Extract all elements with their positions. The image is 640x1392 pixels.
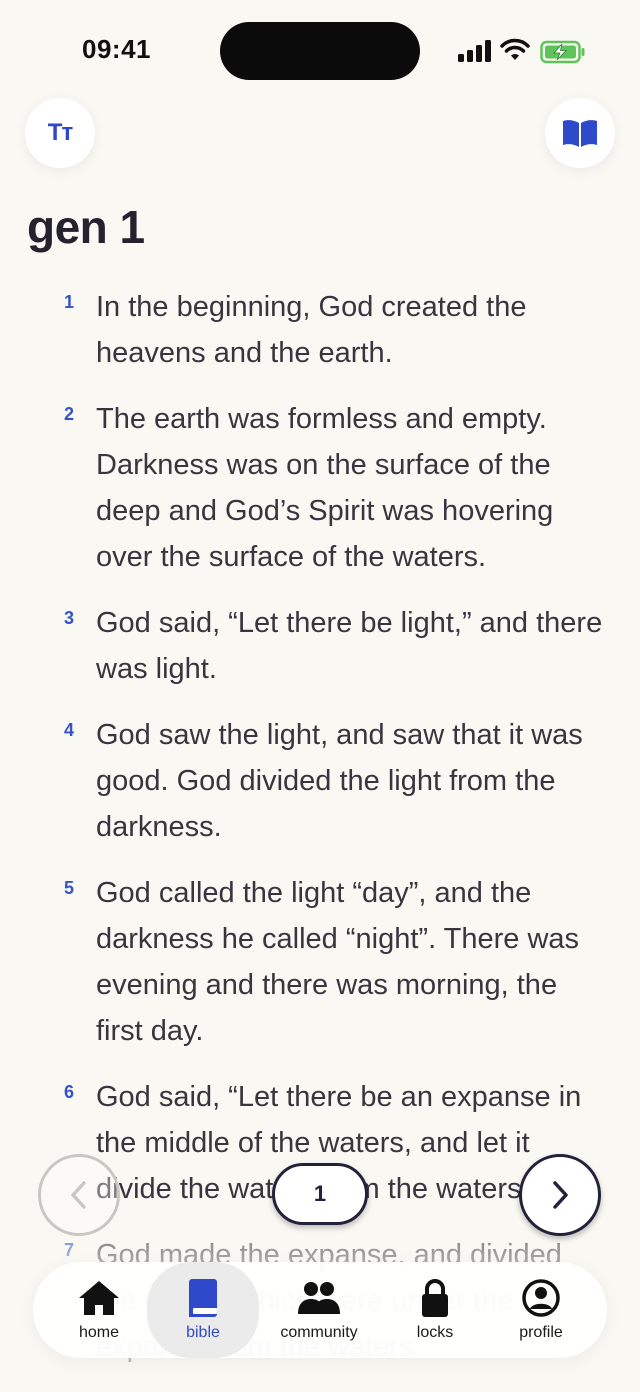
chevron-right-icon [553, 1181, 568, 1209]
verse-number: 4 [64, 720, 75, 740]
bible-books-button[interactable] [545, 98, 615, 168]
verse-number: 1 [64, 292, 75, 312]
home-icon [79, 1281, 119, 1315]
status-time: 09:41 [82, 34, 151, 64]
tab-label: community [280, 1324, 358, 1341]
dynamic-island [220, 22, 420, 80]
tab-home[interactable]: home [43, 1262, 155, 1358]
verse-item[interactable]: 5 God called the light “day”, and the da… [0, 870, 640, 1054]
tab-label: profile [519, 1324, 563, 1341]
verse-text: God called the light “day”, and the dark… [96, 877, 580, 1047]
verse-number: 2 [64, 404, 75, 424]
open-book-icon [563, 120, 597, 147]
bottom-tab-bar: home bible community locks profile [33, 1262, 607, 1358]
bible-icon [189, 1279, 217, 1317]
verse-text: God saw the light, and saw that it was g… [96, 719, 583, 843]
profile-icon [522, 1279, 560, 1317]
status-bar: 09:41 [0, 0, 640, 100]
verse-text: In the beginning, God created the heaven… [96, 291, 527, 369]
previous-chapter-button[interactable] [38, 1154, 120, 1236]
chevron-left-icon [71, 1181, 86, 1209]
tab-locks[interactable]: locks [379, 1262, 491, 1358]
verse-item[interactable]: 2 The earth was formless and empty. Dark… [0, 396, 640, 580]
verse-text: The earth was formless and empty. Darkne… [96, 403, 554, 573]
verse-item[interactable]: 4 God saw the light, and saw that it was… [0, 712, 640, 850]
tab-label: home [78, 1324, 120, 1341]
people-icon [298, 1282, 340, 1314]
text-size-icon: Tт [47, 119, 73, 146]
tab-label: locks [416, 1324, 454, 1341]
verse-number: 3 [64, 608, 75, 628]
page-title: gen 1 [27, 201, 145, 253]
verse-number: 6 [64, 1082, 75, 1102]
cellular-signal-icon [458, 40, 491, 62]
verse-text: God said, “Let there be light,” and ther… [96, 607, 603, 685]
chapter-selector-button[interactable]: 1 [272, 1163, 368, 1225]
tab-profile[interactable]: profile [485, 1262, 597, 1358]
wifi-icon [500, 38, 530, 60]
text-size-button[interactable]: Tт [25, 98, 95, 168]
verse-item[interactable]: 1 In the beginning, God created the heav… [0, 284, 640, 376]
next-chapter-button[interactable] [519, 1154, 601, 1236]
verse-item[interactable]: 3 God said, “Let there be light,” and th… [0, 600, 640, 692]
tab-label: bible [186, 1324, 220, 1341]
tab-bible[interactable]: bible [147, 1262, 259, 1358]
lock-icon [422, 1279, 448, 1317]
verse-number: 7 [64, 1240, 75, 1260]
battery-charging-icon [540, 40, 585, 64]
tab-community[interactable]: community [263, 1262, 375, 1358]
verse-number: 5 [64, 878, 75, 898]
